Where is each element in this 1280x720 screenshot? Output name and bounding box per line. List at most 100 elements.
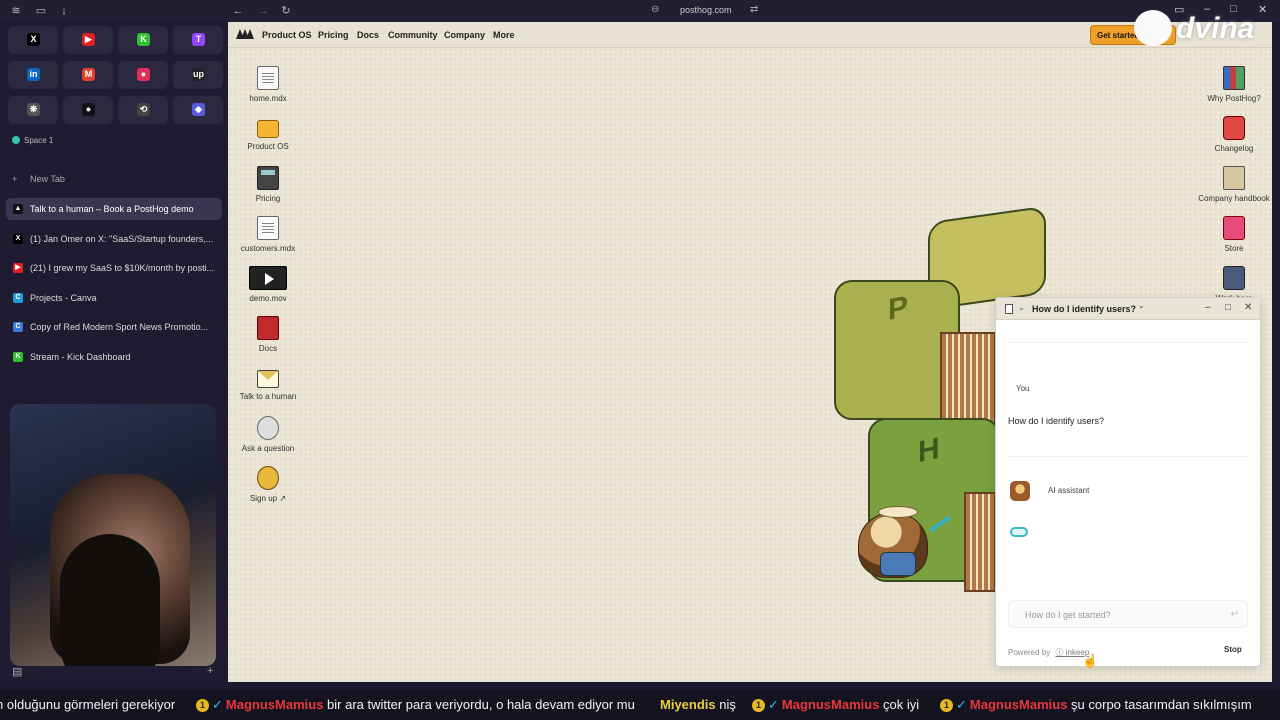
favicon-icon: C: [13, 292, 23, 303]
browser-sidebar: X ▶ K Tin M ● up ❋ ● ⟲ ◆ Space 1 + New Tab ▲ Talk to…: [0, 22, 228, 682]
desktop-icon[interactable]: Talk to a human: [232, 366, 304, 402]
chat-minimize-icon[interactable]: –: [1205, 302, 1211, 313]
desktop-icon-label: Docs: [258, 344, 278, 353]
document-icon: [257, 216, 279, 240]
pinned-tab[interactable]: ▶: [63, 26, 113, 54]
chat-bubble-icon: [257, 416, 279, 440]
desktop-icon[interactable]: Changelog: [1198, 116, 1270, 154]
pinned-tab[interactable]: ❋: [8, 96, 58, 124]
user-message: How do I identify users?: [1008, 416, 1105, 426]
desktop-icon[interactable]: Ask a question: [232, 416, 304, 454]
webcam-overlay: [10, 404, 216, 666]
linear-icon: ◆: [192, 103, 205, 116]
sidebar-tab[interactable]: K Stream - Kick Dashboard: [6, 346, 222, 368]
desktop-icon[interactable]: customers.mdx: [232, 216, 304, 254]
desktop-icon-label: Pricing: [255, 194, 281, 203]
desktop-icon[interactable]: home.mdx: [232, 66, 304, 104]
desktop-icon-label: Store: [1224, 244, 1244, 253]
sidebar-toggle-icon[interactable]: ▭: [34, 4, 48, 18]
nav-docs[interactable]: Docs: [357, 30, 379, 40]
signup-icon: [257, 466, 279, 490]
sidebar-tab[interactable]: C Projects - Canva: [6, 287, 222, 309]
ticker-text: niş: [719, 697, 736, 712]
desktop-icon[interactable]: Pricing: [232, 166, 304, 204]
url-bar[interactable]: posthog.com: [680, 5, 732, 15]
chat-close-icon[interactable]: ✕: [1244, 302, 1252, 313]
pinned-tab[interactable]: ●: [63, 96, 113, 124]
changelog-icon: [1223, 116, 1245, 140]
nav-company[interactable]: Company: [444, 30, 485, 40]
space-indicator[interactable]: Space 1: [12, 136, 53, 145]
desktop-icon[interactable]: Sign up ↗: [232, 466, 304, 504]
record-icon: ●: [137, 68, 150, 81]
document-icon: [257, 66, 279, 90]
sync-icon: ⟲: [137, 103, 150, 116]
inkeep-logo-icon: ⓘ: [1055, 648, 1064, 657]
sidebar-tab[interactable]: ▲ Talk to a human – Book a PostHog demo: [6, 198, 222, 220]
desktop-icon[interactable]: Why PostHog?: [1198, 66, 1270, 104]
nav-more[interactable]: More: [493, 30, 515, 40]
forward-icon[interactable]: →: [256, 4, 270, 18]
desktop-icon-label: Product OS: [247, 142, 289, 151]
desktop-icon-label: Company handbook: [1198, 194, 1270, 203]
pinned-tab[interactable]: X: [8, 26, 58, 54]
tab-title: Stream - Kick Dashboard: [30, 351, 131, 362]
loading-spinner-icon: [1010, 527, 1028, 537]
hedgehog-hat: [878, 506, 918, 518]
posthog-logo-icon[interactable]: [236, 29, 254, 39]
back-icon[interactable]: ←: [231, 4, 245, 18]
enter-icon[interactable]: ↵: [1231, 609, 1239, 620]
desktop-icon[interactable]: Company handbook: [1198, 166, 1270, 204]
download-icon[interactable]: ↓: [57, 4, 71, 18]
overlay-brand: dvina: [1176, 12, 1255, 45]
pinned-tab[interactable]: T: [173, 26, 223, 54]
pinned-tab[interactable]: K: [118, 26, 168, 54]
desktop-icon-label: Talk to a human: [239, 392, 297, 401]
desktop-icon-label: Sign up ↗: [249, 494, 287, 503]
close-window-icon[interactable]: ✕: [1258, 3, 1267, 16]
add-icon[interactable]: +: [207, 665, 213, 677]
site-settings-icon[interactable]: ⇄: [750, 4, 758, 15]
hedgehog-overalls: [880, 552, 916, 576]
sidebar-tab[interactable]: X (1) Jan Omer on X: "SaaS/Startup founde…: [6, 228, 222, 250]
assistant-role-label: AI assistant: [1048, 486, 1090, 495]
hedge-letter-p: P: [888, 289, 909, 328]
ticker-text: bir ara twitter para veriyordu, o hala d…: [327, 697, 635, 712]
ticker-username: MagnusMamius: [225, 697, 324, 712]
books-icon: [1223, 66, 1245, 90]
hedge-letter-h: H: [918, 431, 940, 470]
pinned-tab[interactable]: in: [8, 61, 58, 89]
nav-pricing[interactable]: Pricing: [318, 30, 349, 40]
arc-menu-icon[interactable]: ≋: [9, 4, 23, 18]
stop-button[interactable]: Stop: [1224, 645, 1242, 654]
nav-product-os[interactable]: Product OS: [262, 30, 312, 40]
new-tab-button[interactable]: + New Tab: [12, 174, 65, 184]
title-chevron-down-icon[interactable]: ⌄: [1138, 301, 1145, 310]
desktop-icon[interactable]: demo.mov: [232, 266, 304, 304]
chat-input[interactable]: How do I get started? ↵: [1008, 600, 1248, 628]
link-icon[interactable]: ⊖: [651, 4, 659, 15]
desktop-icon[interactable]: Store: [1198, 216, 1270, 254]
pinned-tab[interactable]: ◆: [173, 96, 223, 124]
archive-icon[interactable]: ▤: [12, 665, 22, 678]
overlay-logo-blob: [1134, 10, 1172, 46]
pinned-tab[interactable]: up: [173, 61, 223, 89]
sidebar-tab[interactable]: ▶ (21) I grew my SaaS to $10K/month by po…: [6, 257, 222, 279]
pinned-tab[interactable]: ⟲: [118, 96, 168, 124]
verified-icon: ✓: [212, 697, 223, 712]
desktop-icon[interactable]: Product OS: [232, 116, 304, 152]
nav-community[interactable]: Community: [388, 30, 438, 40]
chat-window-header[interactable]: ⌄ How do I identify users? ⌄ – □ ✕: [996, 298, 1260, 320]
ticker-message: 1 ✓ MagnusMamius bir ara twitter para veri…: [196, 697, 635, 713]
pinned-tab[interactable]: M: [63, 61, 113, 89]
chat-maximize-icon[interactable]: □: [1225, 302, 1231, 313]
desktop-icon-label: Ask a question: [241, 444, 295, 453]
pinned-tab[interactable]: ●: [118, 61, 168, 89]
reload-icon[interactable]: ↻: [279, 4, 293, 18]
chevron-down-icon[interactable]: ⌄: [1018, 303, 1025, 312]
store-icon: [1223, 216, 1245, 240]
site-navbar: Product OS Pricing Docs Community Compan…: [228, 10, 1272, 48]
chat-title[interactable]: How do I identify users?: [1032, 304, 1136, 314]
desktop-icon[interactable]: Docs: [232, 316, 304, 354]
sidebar-tab[interactable]: C Copy of Red Modern Sport News Promotio.…: [6, 316, 222, 338]
